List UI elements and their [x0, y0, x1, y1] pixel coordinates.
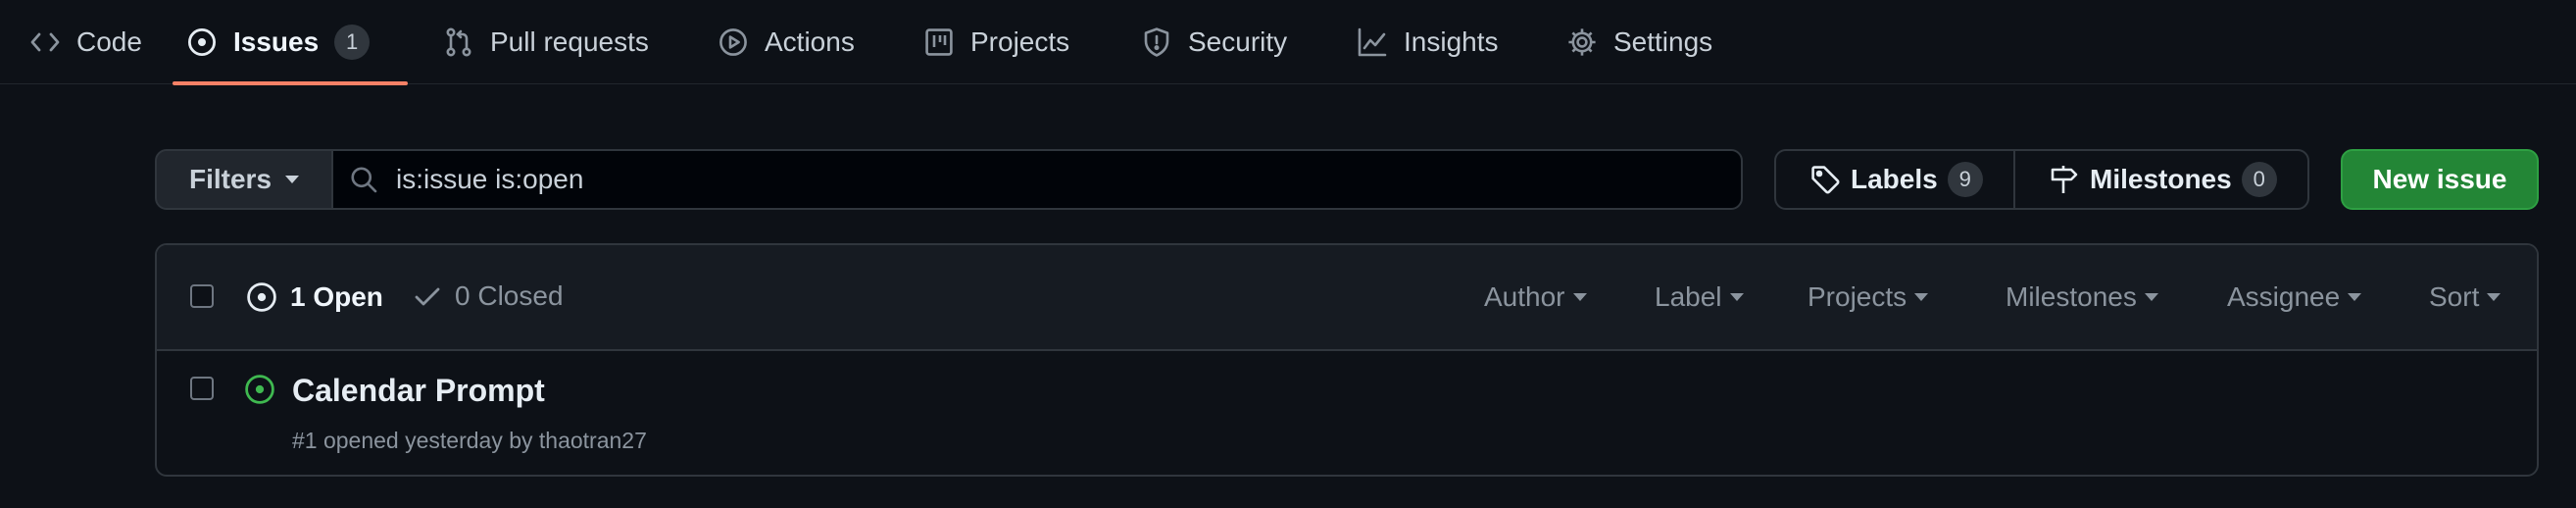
chevron-down-icon [2144, 293, 2158, 301]
select-all-checkbox[interactable] [190, 284, 214, 308]
tab-projects[interactable]: Projects [910, 0, 1083, 84]
play-icon [718, 26, 749, 58]
closed-issues-filter[interactable]: 0 Closed [412, 280, 564, 312]
milestones-label: Milestones [2090, 164, 2232, 194]
chevron-down-icon [285, 176, 300, 183]
tab-label: Issues [233, 26, 320, 57]
filter-menu-label: Assignee [2227, 281, 2341, 312]
tab-label: Security [1188, 26, 1288, 57]
tag-icon [1809, 164, 1841, 195]
issues-list: 1 Open 0 Closed Author Label Projects Mi… [155, 243, 2539, 477]
milestones-count-badge: 0 [2241, 162, 2277, 197]
projects-filter-menu[interactable]: Projects [1808, 245, 1929, 349]
tab-label: Pull requests [490, 26, 649, 57]
issue-opened-icon [243, 373, 276, 406]
issue-opened-icon [245, 280, 278, 314]
tab-label: Code [76, 26, 142, 57]
tab-security[interactable]: Security [1127, 0, 1301, 84]
sort-menu[interactable]: Sort [2429, 245, 2502, 349]
filter-menu-label: Projects [1808, 281, 1907, 312]
author-filter-menu[interactable]: Author [1484, 245, 1587, 349]
milestones-filter-menu[interactable]: Milestones [2006, 245, 2158, 349]
closed-count-label: 0 Closed [455, 280, 564, 311]
gear-icon [1566, 26, 1598, 58]
filters-label: Filters [188, 164, 272, 194]
milestone-icon [2049, 164, 2080, 195]
labels-button[interactable]: Labels 9 [1774, 149, 2015, 210]
check-icon [412, 280, 443, 312]
repo-nav-tabs: Code Issues 1 Pull requests Actions Proj… [0, 0, 2576, 85]
git-pull-request-icon [443, 26, 474, 58]
issue-meta: #1 opened yesterday by thaotran27 [292, 428, 647, 453]
chevron-down-icon [1729, 293, 1744, 301]
filter-menu-label: Label [1655, 281, 1722, 312]
tab-code[interactable]: Code [16, 0, 156, 84]
open-count-label: 1 Open [290, 281, 383, 312]
labels-count-badge: 9 [1947, 162, 1983, 197]
chevron-down-icon [1572, 293, 1587, 301]
issues-count-badge: 1 [334, 25, 371, 60]
tab-settings[interactable]: Settings [1553, 0, 1726, 84]
chevron-down-icon [1914, 293, 1929, 301]
tab-issues[interactable]: Issues 1 [173, 0, 408, 85]
tab-label: Insights [1404, 26, 1499, 57]
tab-label: Settings [1613, 26, 1713, 57]
open-issues-filter[interactable]: 1 Open [245, 280, 383, 314]
tab-label: Actions [765, 26, 855, 57]
search-input[interactable] [394, 163, 1672, 196]
tab-label: Projects [970, 26, 1070, 57]
tab-actions[interactable]: Actions [704, 0, 868, 84]
issue-title-link[interactable]: Calendar Prompt [292, 373, 545, 409]
search-icon [349, 165, 378, 194]
labels-label: Labels [1851, 164, 1938, 194]
filters-button[interactable]: Filters [155, 149, 333, 210]
issue-search-box [331, 149, 1743, 210]
shield-icon [1141, 26, 1172, 58]
filter-menu-label: Sort [2429, 281, 2480, 312]
chevron-down-icon [2487, 293, 2502, 301]
graph-icon [1357, 26, 1388, 58]
issue-row: Calendar Prompt #1 opened yesterday by t… [157, 351, 2537, 475]
issues-list-header: 1 Open 0 Closed Author Label Projects Mi… [157, 245, 2537, 351]
new-issue-button[interactable]: New issue [2341, 149, 2539, 210]
chevron-down-icon [2348, 293, 2362, 301]
issue-opened-icon [186, 26, 218, 58]
code-icon [29, 26, 61, 58]
filter-menu-label: Author [1484, 281, 1565, 312]
label-filter-menu[interactable]: Label [1655, 245, 1744, 349]
tab-pull-requests[interactable]: Pull requests [429, 0, 663, 84]
assignee-filter-menu[interactable]: Assignee [2227, 245, 2362, 349]
filter-menu-label: Milestones [2006, 281, 2137, 312]
tab-insights[interactable]: Insights [1343, 0, 1512, 84]
milestones-button[interactable]: Milestones 0 [2013, 149, 2309, 210]
issue-select-checkbox[interactable] [190, 377, 214, 400]
table-icon [923, 26, 955, 58]
